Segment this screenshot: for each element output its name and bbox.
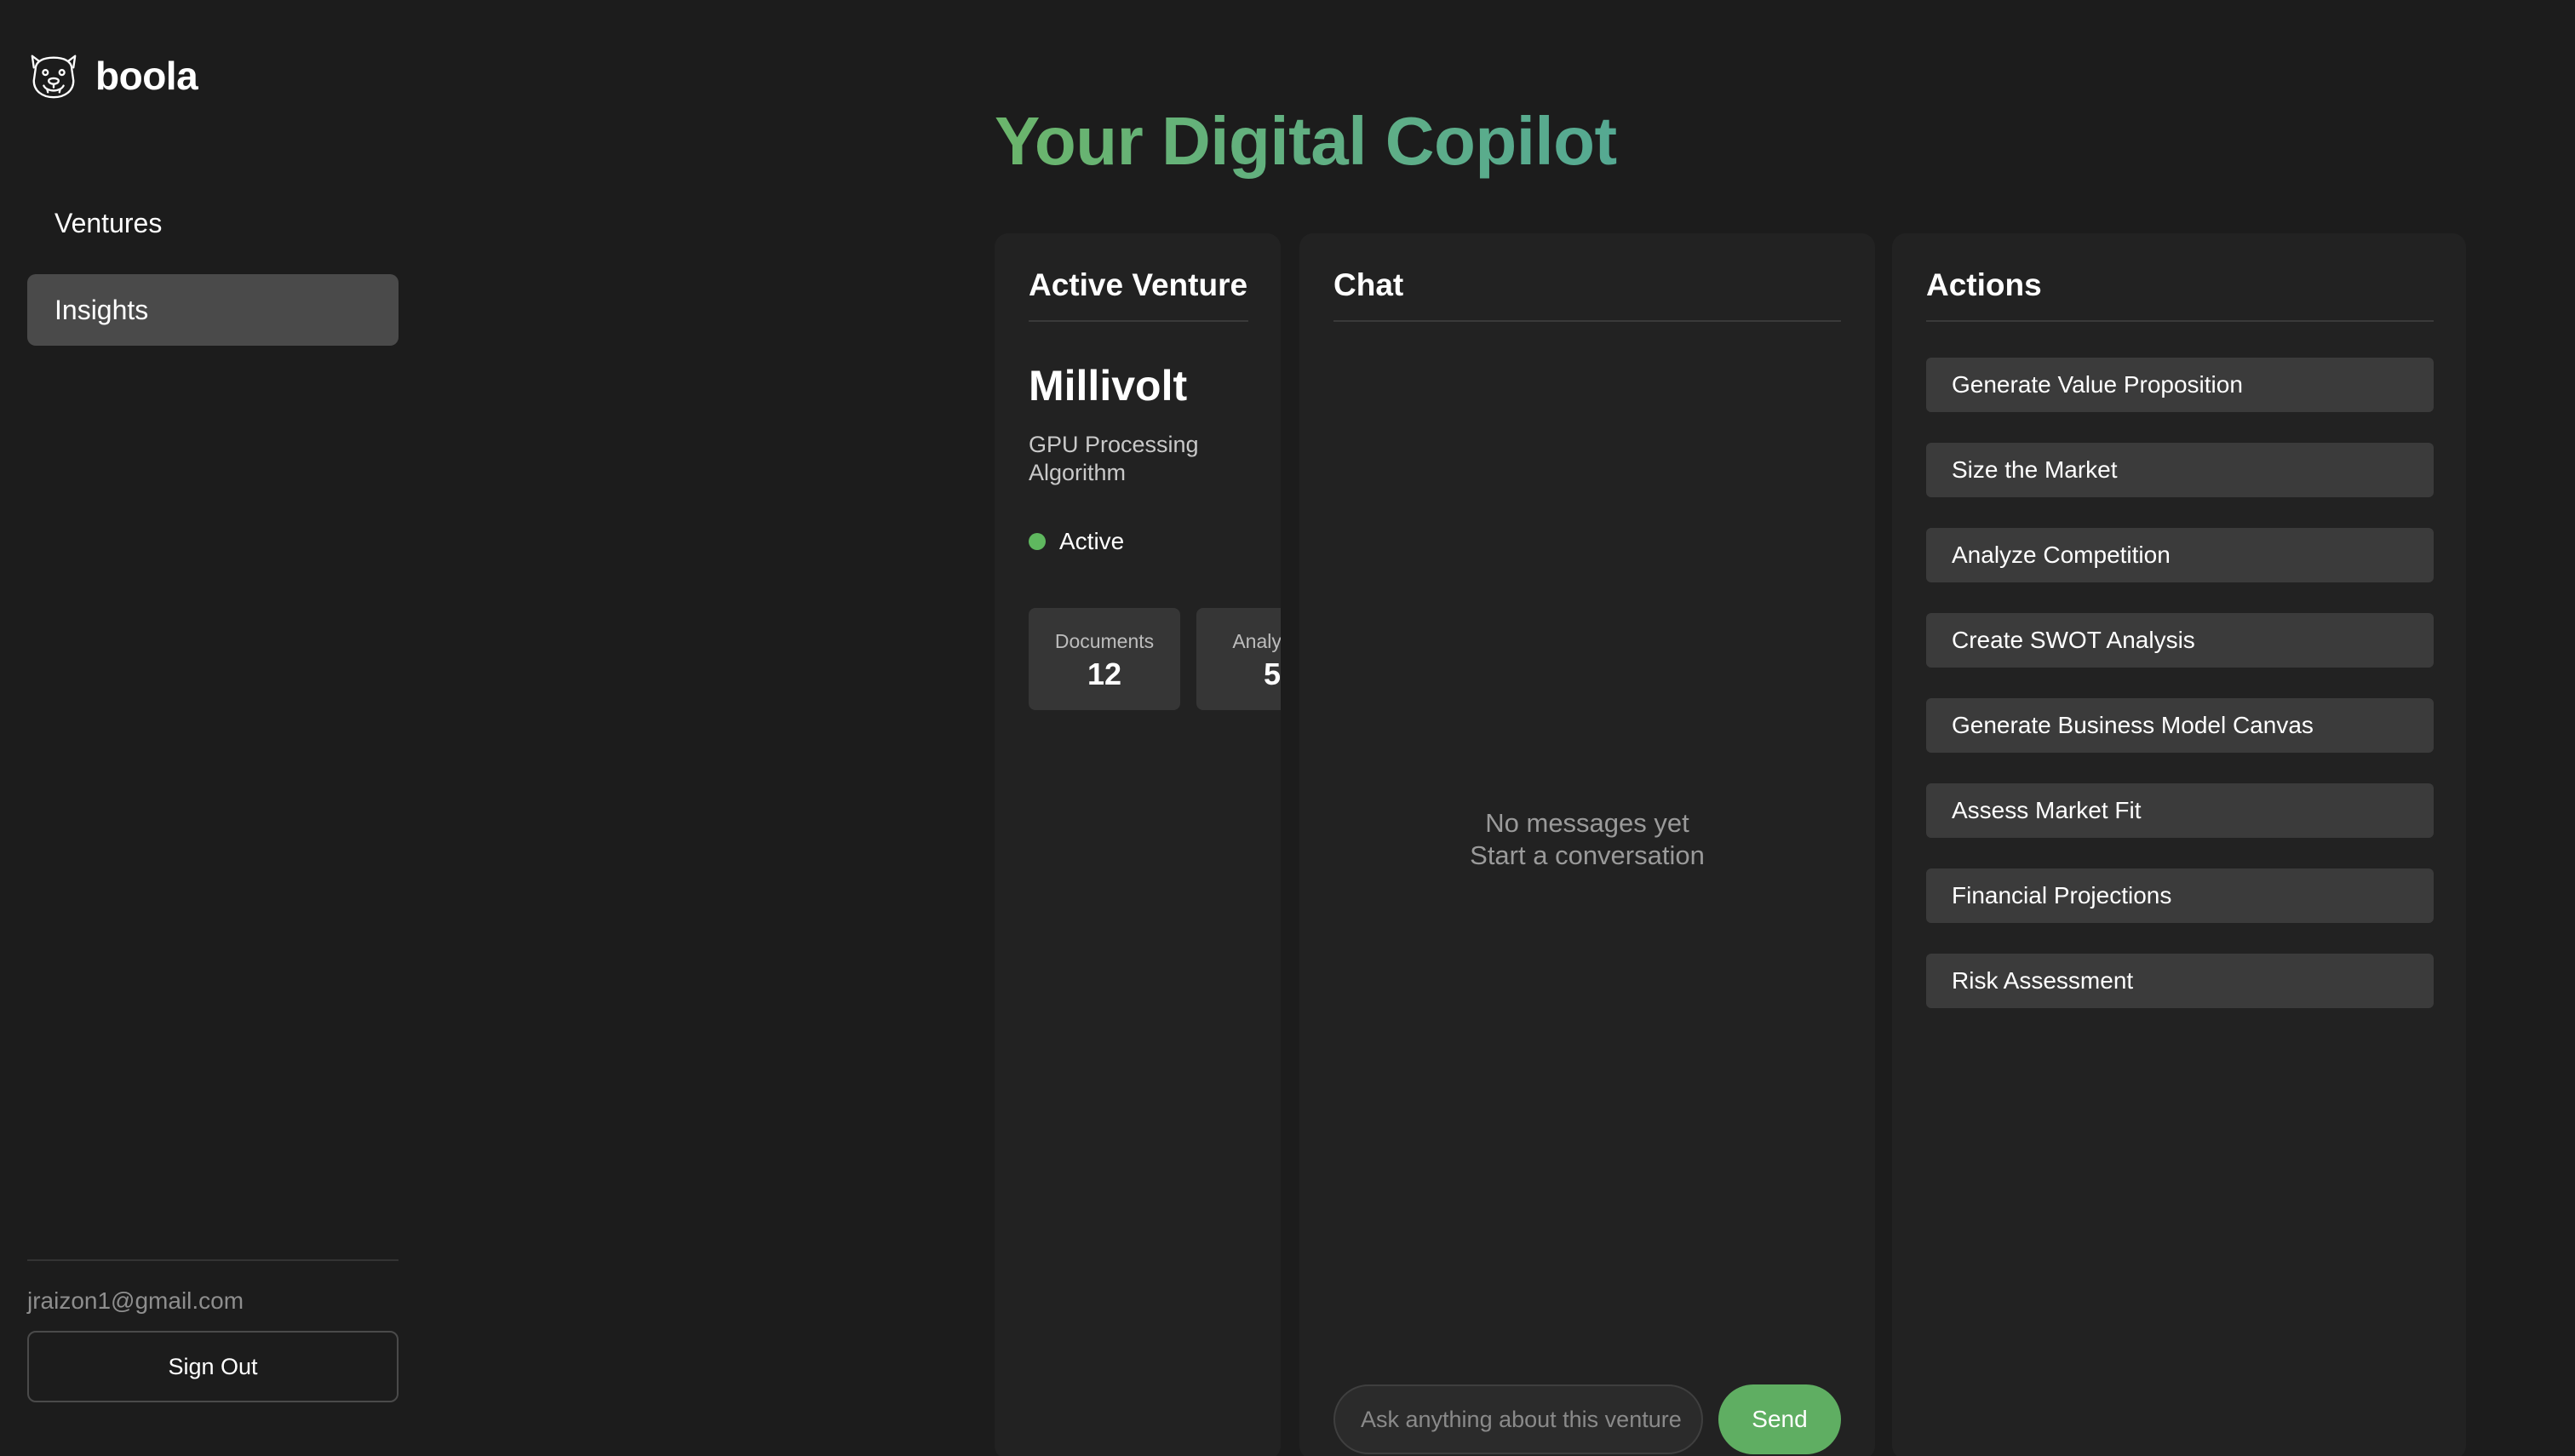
actions-panel: Actions Generate Value Proposition Size … [1892,233,2466,1456]
stat-card-analyses: Analyses 5 [1196,608,1281,710]
sidebar-item-insights[interactable]: Insights [27,274,399,346]
chat-panel: Chat No messages yet Start a conversatio… [1299,233,1875,1456]
action-swot-analysis-button[interactable]: Create SWOT Analysis [1926,613,2434,668]
panel-divider [1029,320,1248,322]
user-email: jraizon1@gmail.com [27,1287,244,1314]
action-risk-assessment-button[interactable]: Risk Assessment [1926,954,2434,1008]
panel-divider [1926,320,2434,322]
brand-logo[interactable]: boola [27,49,198,102]
sign-out-button[interactable]: Sign Out [27,1331,399,1402]
venture-description: GPU Processing Algorithm [1029,432,1199,485]
stat-value: 12 [1087,656,1122,691]
sidebar-divider [27,1259,399,1261]
venture-name: Millivolt [1029,362,1188,410]
empty-chat-message: No messages yet Start a conversation [1299,807,1875,872]
empty-chat-line1: No messages yet [1485,808,1689,838]
status-label: Active [1059,528,1125,554]
sidebar: boola Ventures Insights jraizon1@gmail.c… [0,0,426,1456]
action-generate-value-proposition-button[interactable]: Generate Value Proposition [1926,358,2434,412]
action-business-model-canvas-button[interactable]: Generate Business Model Canvas [1926,698,2434,753]
stat-label: Analyses [1232,630,1281,652]
action-size-market-button[interactable]: Size the Market [1926,443,2434,497]
stat-card-documents: Documents 12 [1029,608,1180,710]
chat-header: Chat [1333,267,1404,302]
stat-label: Documents [1054,630,1155,652]
panel-divider [1333,320,1841,322]
action-analyze-competition-button[interactable]: Analyze Competition [1926,528,2434,582]
brand-name: boola [95,54,198,98]
stat-value: 5 [1263,656,1281,691]
bulldog-icon [31,54,77,99]
action-assess-market-fit-button[interactable]: Assess Market Fit [1926,783,2434,838]
active-venture-panel: Active Venture Millivolt GPU Processing … [995,233,1281,1456]
active-venture-header: Active Venture [1029,267,1248,302]
chat-input[interactable] [1333,1384,1703,1454]
actions-header: Actions [1926,267,2042,302]
sidebar-item-ventures[interactable]: Ventures [27,187,399,259]
action-financial-projections-button[interactable]: Financial Projections [1926,868,2434,923]
status-dot-icon [1029,533,1046,550]
empty-chat-line2: Start a conversation [1470,840,1705,870]
page-title: Your Digital Copilot [995,103,1617,179]
send-button[interactable]: Send [1718,1384,1841,1454]
app-window: boola Ventures Insights jraizon1@gmail.c… [0,0,2575,1456]
status-badge: Active [1029,528,1124,555]
